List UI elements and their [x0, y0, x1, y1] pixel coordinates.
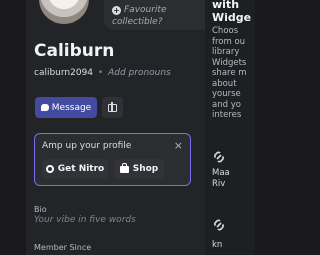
widgets-panel: with Widge Choos from ou library Widgets… [205, 0, 255, 255]
add-pronouns-link[interactable]: Add pronouns [108, 68, 171, 78]
widgets-title: with Widge [212, 0, 251, 24]
widgets-desc-line: and yo [212, 99, 241, 110]
widget-item-line: Maa [212, 168, 230, 178]
bio-input[interactable]: Your vibe in five words [34, 215, 136, 225]
shop-label: Shop [132, 164, 159, 174]
widget-item-line: Riv [212, 179, 226, 189]
shop-button[interactable]: Shop [114, 159, 164, 179]
widgets-desc-line: interes [212, 110, 242, 120]
amp-up-title: Amp up your profile [42, 141, 132, 151]
amp-up-profile-card: Amp up your profile × Get Nitro Shop [34, 133, 191, 186]
plus-icon: + [112, 6, 121, 15]
widgets-description: Choos from ou library Widgets share m ab… [212, 26, 255, 121]
get-nitro-label: Get Nitro [57, 164, 105, 174]
handle-row: caliburn2094 • Add pronouns [34, 68, 171, 78]
gift-icon [108, 101, 117, 112]
display-name: Caliburn [34, 41, 115, 61]
widget-item[interactable]: Maa Riv [212, 168, 230, 190]
username: caliburn2094 [34, 68, 94, 78]
shop-icon [119, 162, 129, 173]
link-icon[interactable] [212, 150, 226, 164]
separator: • [97, 68, 104, 78]
widget-item-line: kn [212, 240, 223, 250]
avatar[interactable] [35, 0, 103, 28]
favourite-label: Favourite [124, 5, 167, 15]
member-since-label: Member Since [34, 243, 92, 252]
favourite-collectible-prompt[interactable]: + Favourite collectible? [104, 0, 205, 30]
widgets-title-line1: with [212, 0, 240, 11]
widgets-desc-line: Choos [212, 26, 239, 36]
bio-label: Bio [34, 205, 47, 214]
avatar-image [39, 0, 89, 24]
profile-panel: + Favourite collectible? Caliburn calibur… [26, 0, 205, 255]
widgets-desc-line: yourse [212, 89, 241, 99]
chat-bubble-icon [40, 104, 49, 111]
message-button[interactable]: Message [35, 97, 97, 118]
widgets-desc-line: about [212, 78, 237, 89]
widgets-title-line2: Widge [212, 11, 252, 24]
widgets-desc-line: Widgets [212, 57, 247, 68]
widgets-desc-line: share m [212, 68, 247, 78]
nitro-icon [45, 165, 54, 173]
message-label: Message [51, 102, 92, 113]
link-icon[interactable] [212, 218, 226, 232]
widget-item[interactable]: kn [212, 240, 222, 251]
gift-button[interactable] [102, 97, 123, 118]
get-nitro-button[interactable]: Get Nitro [42, 159, 108, 179]
widgets-desc-line: library [212, 47, 240, 57]
collectible-label: collectible? [112, 17, 163, 27]
widgets-desc-line: from ou [212, 36, 246, 47]
close-icon[interactable]: × [174, 139, 183, 152]
